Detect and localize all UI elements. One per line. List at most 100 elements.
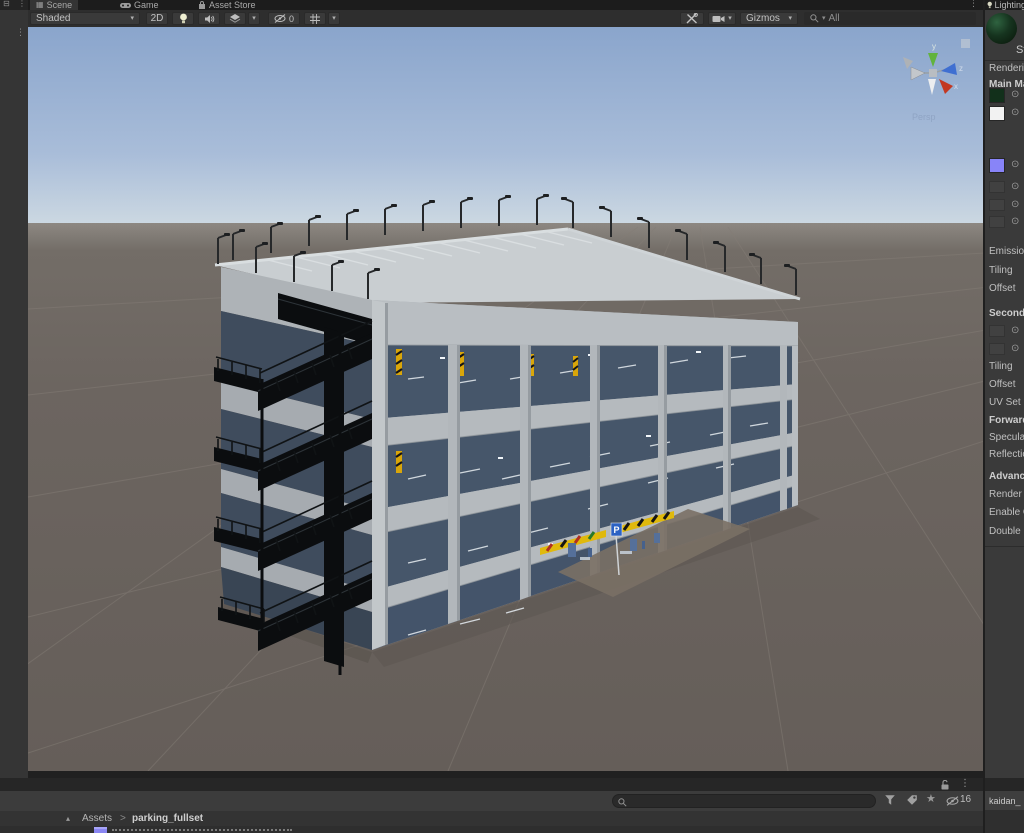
scene-visibility-toggle[interactable]: 0 (268, 12, 300, 25)
breadcrumb-assets[interactable]: Assets (82, 813, 112, 824)
row-render-queue[interactable]: Render Queue (989, 489, 1024, 500)
detail-albedo-slot[interactable] (989, 325, 1005, 337)
breadcrumb-folder[interactable]: parking_fullset (132, 813, 203, 824)
saved-search-star-icon[interactable]: ★ (926, 793, 936, 804)
scene-kebab-menu-icon[interactable]: ⋮ (969, 0, 978, 9)
asset-icon (94, 827, 107, 833)
row-secondary-maps: Secondary Maps (989, 308, 1024, 319)
speaker-icon (204, 14, 215, 24)
grid-icon (310, 14, 320, 24)
row-emission[interactable]: Emission (989, 246, 1024, 257)
unlock-icon[interactable] (940, 780, 950, 790)
row-advanced-options: Advanced Options (989, 471, 1024, 482)
material-preview-sphere (986, 13, 1017, 44)
texture-picker-icon[interactable]: ⊙ (1011, 343, 1019, 354)
breadcrumb-separator: > (120, 813, 126, 824)
project-kebab-menu-icon[interactable]: ⋮ (960, 779, 970, 789)
editor-tools-button[interactable] (680, 12, 704, 25)
window-icon: ⊟ (3, 0, 10, 8)
row-forward-rendering: Forward Rendering Options (989, 415, 1024, 426)
gizmos-dropdown[interactable]: Gizmos ▾ (740, 12, 798, 25)
asset-label-cut (112, 829, 292, 831)
detail-mask-slot[interactable] (989, 216, 1005, 228)
detail-normal-slot[interactable] (989, 343, 1005, 355)
texture-picker-icon[interactable]: ⊙ (1011, 107, 1019, 118)
inspector-panel: Lighting Standard Rendering Mode Main Ma… (985, 0, 1024, 833)
inspector-footer-spacer (985, 778, 1024, 790)
gizmos-label: Gizmos (746, 13, 780, 24)
row-tiling[interactable]: Tiling (989, 265, 1024, 276)
scene-effects-toggle[interactable] (224, 12, 246, 25)
asset-row-partial[interactable] (0, 826, 983, 833)
scene-3d-viewport[interactable]: P (28, 27, 983, 771)
texture-picker-icon[interactable]: ⊙ (1011, 216, 1019, 227)
height-map-slot[interactable] (989, 181, 1005, 193)
persp-label[interactable]: Persp (912, 112, 936, 122)
parking-sign-p: P (613, 525, 619, 535)
effects-dropdown[interactable]: ▾ (248, 12, 260, 25)
asset-preview-name[interactable]: kaidan_ (985, 790, 1024, 810)
left-dock-panel: ⊟ ⋮ ⋮ (0, 0, 29, 790)
metallic-swatch[interactable] (989, 106, 1005, 121)
row-uv-set[interactable]: UV Set (989, 397, 1024, 408)
collapse-triangle-icon[interactable]: ▴ (66, 815, 70, 823)
draw-mode-dropdown[interactable]: Shaded ▾ (30, 12, 140, 25)
normal-map-swatch[interactable] (989, 158, 1005, 173)
albedo-color-swatch[interactable] (989, 88, 1005, 103)
divider (985, 546, 1024, 547)
scene-render: P (28, 27, 983, 771)
occlusion-map-slot[interactable] (989, 199, 1005, 211)
tab-lighting-label: Lighting (994, 0, 1024, 10)
wrench-icon (686, 13, 698, 24)
texture-picker-icon[interactable]: ⊙ (1011, 159, 1019, 170)
store-bag-icon (198, 1, 206, 10)
scene-search-input[interactable]: ▾ All (804, 12, 976, 25)
search-by-type-icon[interactable] (884, 794, 896, 806)
gizmo-corner-square (961, 39, 970, 48)
grid-dropdown[interactable]: ▾ (328, 12, 340, 25)
chevron-down-icon: ▾ (130, 15, 134, 22)
2d-toggle-button[interactable]: 2D (146, 12, 168, 25)
tab-lighting[interactable]: Lighting (985, 0, 1024, 10)
scene-audio-toggle[interactable] (198, 12, 220, 25)
eye-slash-icon[interactable] (946, 796, 959, 806)
2d-label: 2D (151, 13, 164, 24)
chevron-down-icon: ▾ (332, 15, 336, 22)
scene-grid-toggle[interactable] (304, 12, 326, 25)
eye-slash-icon (274, 14, 286, 23)
inspector-preview-area (985, 810, 1024, 833)
row-tiling-2[interactable]: Tiling (989, 361, 1024, 372)
row-gpu-instancing[interactable]: Enable GPU Instancing (989, 507, 1024, 518)
texture-picker-icon[interactable]: ⊙ (1011, 181, 1019, 192)
row-specular-highlights[interactable]: Specular Highlights (989, 432, 1024, 443)
tab-scene[interactable]: ▦ Scene (30, 0, 78, 10)
kebab-menu-icon[interactable]: ⋮ (18, 0, 26, 8)
row-double-sided-gi[interactable]: Double Sided GI (989, 526, 1024, 537)
project-hidden-count: 16 (960, 795, 971, 805)
texture-picker-icon[interactable]: ⊙ (1011, 325, 1019, 336)
tab-game[interactable]: Game (114, 0, 165, 10)
search-icon (618, 798, 627, 807)
effects-layers-icon (229, 14, 241, 24)
texture-picker-icon[interactable]: ⊙ (1011, 199, 1019, 210)
row-offset[interactable]: Offset (989, 283, 1024, 294)
scene-window-bottom-edge[interactable] (28, 771, 983, 778)
project-search-input[interactable] (612, 794, 876, 808)
row-offset-2[interactable]: Offset (989, 379, 1024, 390)
row-reflections[interactable]: Reflections (989, 449, 1024, 460)
scene-lighting-toggle[interactable] (172, 12, 194, 25)
row-rendering-mode[interactable]: Rendering Mode (989, 63, 1024, 74)
search-filter-caret-icon: ▾ (822, 15, 826, 22)
gizmo-label-y: y (932, 42, 936, 51)
scene-camera-settings[interactable]: ▾ (708, 12, 736, 25)
texture-picker-icon[interactable]: ⊙ (1011, 89, 1019, 100)
panel-divider[interactable] (983, 0, 985, 833)
search-by-label-icon[interactable] (906, 794, 918, 806)
tab-asset-store[interactable]: Asset Store (192, 0, 262, 10)
scene-tab-bar: ▦ Scene Game Asset Store ⋮ (28, 0, 983, 10)
chevron-down-icon: ▾ (728, 15, 732, 22)
gizmo-cube (929, 69, 937, 77)
search-icon (810, 14, 819, 23)
project-window: ⋮ ★ 16 ▴ Assets > parking_fullset (0, 778, 983, 833)
kebab-menu-icon[interactable]: ⋮ (16, 29, 25, 38)
